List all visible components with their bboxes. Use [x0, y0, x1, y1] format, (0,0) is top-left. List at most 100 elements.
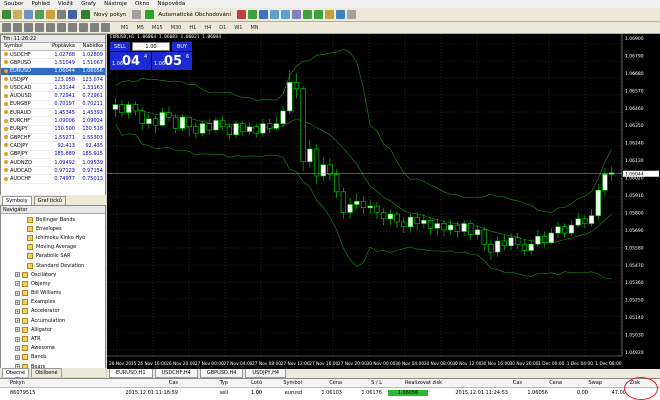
table-row[interactable]: 86079515 2015.12.01 11:18:59 sell 1.00 eurus…: [0, 388, 660, 398]
templates-icon[interactable]: [346, 10, 356, 19]
col-bid[interactable]: Poptávka: [43, 43, 75, 50]
column-header[interactable]: Realizovat zisk: [382, 380, 442, 386]
menu-item[interactable]: Nápověda: [157, 1, 185, 7]
market-watch-row[interactable]: GBPUSD 1.51049 1.51067: [1, 59, 105, 68]
terminal-icon[interactable]: [57, 10, 66, 19]
market-watch-row[interactable]: USDCAD 1.33144 1.33163: [1, 84, 105, 93]
tab-usdjpy-h4[interactable]: USDJPY,H4: [245, 369, 287, 378]
market-watch-row[interactable]: AUDUSD 0.72941 0.72961: [1, 92, 105, 101]
navigator-item[interactable]: + Bill Williams: [1, 289, 105, 298]
market-watch-row[interactable]: AUDCAD 0.97123 0.97154: [1, 167, 105, 176]
profiles-icon[interactable]: [13, 10, 22, 19]
label-tool-icon[interactable]: [90, 23, 99, 32]
crosshair-icon[interactable]: [13, 23, 22, 32]
market-watch-row[interactable]: EURUSD 1.06044 1.06056: [1, 67, 105, 76]
periods-icon[interactable]: [335, 10, 345, 19]
channel-icon[interactable]: [57, 23, 66, 32]
navigator-item[interactable]: Parabolic SAR: [1, 252, 105, 261]
navigator-item[interactable]: + Oscilátory: [1, 270, 105, 279]
col-ask[interactable]: Nabídka: [75, 43, 105, 50]
auto-trading-button[interactable]: Automatické Obchodování: [143, 9, 233, 20]
zoom-out-icon[interactable]: [280, 10, 290, 19]
navigator-item[interactable]: Bollinger Bands: [1, 215, 105, 224]
vertical-line-icon[interactable]: [24, 23, 33, 32]
chart-shift-icon[interactable]: [313, 10, 323, 19]
tab-gbpusd-h4[interactable]: GBPUSD,H4: [199, 369, 244, 378]
candles-icon[interactable]: [247, 10, 257, 19]
expand-icon[interactable]: +: [15, 345, 20, 351]
column-header[interactable]: Swap: [562, 380, 602, 386]
line-chart-icon[interactable]: [258, 10, 268, 19]
column-header[interactable]: S / L: [342, 380, 382, 386]
navigator-item[interactable]: Envelopes: [1, 224, 105, 233]
tab-favorites[interactable]: Oblíbené: [31, 368, 62, 377]
expand-icon[interactable]: +: [15, 327, 20, 333]
market-watch-row[interactable]: CADJPY 92.413 92.435: [1, 142, 105, 151]
cursor-icon[interactable]: [2, 23, 11, 32]
market-watch-row[interactable]: EURAUD 1.45345 1.45393: [1, 109, 105, 118]
navigator-item[interactable]: + Objemy: [1, 279, 105, 288]
market-watch-row[interactable]: EURGBP 0.70197 0.70211: [1, 101, 105, 110]
bar-chart-icon[interactable]: [236, 10, 246, 19]
menu-item[interactable]: Okno: [135, 1, 149, 7]
timeframe-w1[interactable]: W1: [231, 25, 245, 31]
lot-size-input[interactable]: 1.00: [132, 42, 170, 51]
fibonacci-icon[interactable]: [68, 23, 77, 32]
new-chart-icon[interactable]: [2, 10, 11, 19]
timeframe-m30[interactable]: M30: [168, 25, 185, 31]
column-header[interactable]: Cena: [302, 380, 342, 386]
navigator-item[interactable]: + Accumulation: [1, 316, 105, 325]
market-watch-row[interactable]: USDCHF 1.02788 1.02809: [1, 51, 105, 60]
tab-symbols[interactable]: Symboly: [2, 196, 32, 205]
market-watch-icon[interactable]: [24, 10, 33, 19]
zoom-in-icon[interactable]: [269, 10, 279, 19]
menu-item[interactable]: Vložit: [58, 1, 73, 7]
buy-button[interactable]: BUY: [172, 42, 192, 51]
market-watch-row[interactable]: AUDNZD 1.09492 1.09539: [1, 159, 105, 168]
buy-price-box[interactable]: 1.06 05 6: [151, 52, 192, 70]
column-header[interactable]: Typ: [178, 380, 228, 386]
navigator-item[interactable]: + Examples: [1, 298, 105, 307]
navigator-item[interactable]: + Bands: [1, 353, 105, 362]
tab-general[interactable]: Obecné: [2, 368, 30, 377]
column-header[interactable]: Čas: [442, 380, 522, 386]
data-window-icon[interactable]: [35, 10, 44, 19]
column-header[interactable]: Čas: [108, 380, 178, 386]
sell-button[interactable]: SELL: [110, 42, 130, 51]
expand-icon[interactable]: +: [15, 281, 20, 287]
column-header[interactable]: Cena: [522, 380, 562, 386]
market-watch-row[interactable]: USDJPY 123.058 123.074: [1, 76, 105, 85]
navigator-item[interactable]: + Accelerator: [1, 307, 105, 316]
new-order-button[interactable]: Nový pokyn: [79, 9, 128, 20]
tab-usdchf-h4[interactable]: USDCHF,H4: [154, 369, 198, 378]
market-watch-row[interactable]: EURJPY 130.500 130.518: [1, 126, 105, 134]
column-header[interactable]: Pokyn: [0, 380, 108, 386]
navigator-item[interactable]: + Awesome: [1, 344, 105, 353]
indicators-icon[interactable]: [324, 10, 334, 19]
tester-icon[interactable]: [68, 10, 77, 19]
navigator-item[interactable]: Standard Deviation: [1, 261, 105, 270]
timeframe-m5[interactable]: M5: [134, 25, 148, 31]
autoscroll-icon[interactable]: [302, 10, 312, 19]
column-header[interactable]: Lotů: [228, 380, 262, 386]
market-watch-row[interactable]: GBPJPY 185.889 185.915: [1, 151, 105, 159]
menu-item[interactable]: Pohled: [31, 1, 49, 7]
navigator-item[interactable]: Ichimoku Kinko Hyo: [1, 233, 105, 242]
timeframe-m15[interactable]: M15: [149, 25, 166, 31]
text-tool-icon[interactable]: [79, 23, 88, 32]
sell-price-box[interactable]: 1.06 04 4: [110, 52, 151, 70]
trendline-icon[interactable]: [46, 23, 55, 32]
chart-window[interactable]: 1.06900 1.06790 1.06680 1.06570 1.06460 1.063…: [107, 34, 660, 369]
navigator-item[interactable]: Moving Average: [1, 243, 105, 252]
expand-icon[interactable]: +: [15, 308, 20, 314]
horizontal-line-icon[interactable]: [35, 23, 44, 32]
navigator-icon[interactable]: [46, 10, 55, 19]
expand-icon[interactable]: +: [15, 290, 20, 296]
column-header[interactable]: Symbol: [262, 380, 302, 386]
expand-icon[interactable]: +: [15, 354, 20, 360]
timeframe-d1[interactable]: D1: [216, 25, 229, 31]
expand-icon[interactable]: +: [15, 336, 20, 342]
col-symbol[interactable]: Symbol: [1, 43, 43, 50]
timeframe-h1[interactable]: H1: [186, 25, 199, 31]
timeframe-m1[interactable]: M1: [118, 25, 132, 31]
